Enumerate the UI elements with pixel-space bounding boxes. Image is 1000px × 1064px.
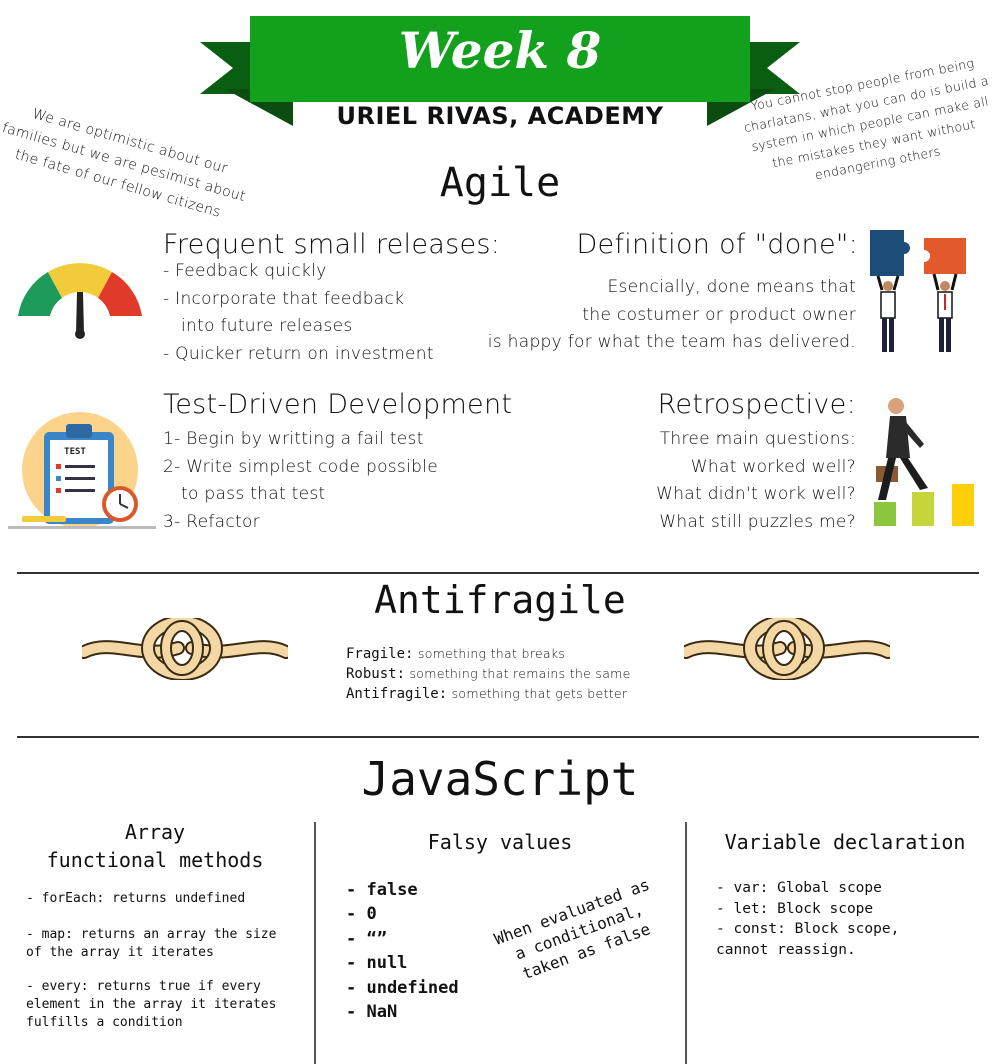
list-item: - let: Block scope [716, 900, 874, 917]
retrospective-heading: Retrospective: [657, 389, 856, 420]
definition-term: Fragile: [346, 646, 414, 662]
list-item: - false [346, 880, 418, 900]
academy-subtitle: URIEL RIVAS, ACADEMY [336, 102, 664, 130]
list-item: - every: returns true if every element i… [26, 979, 277, 1030]
frequent-releases-list: - Feedback quickly - Incorporate that fe… [163, 258, 434, 368]
antifragile-title: Antifragile [374, 578, 626, 622]
column-divider [314, 822, 316, 1064]
done-line: Esencially, done means that [607, 277, 856, 297]
list-item: - Quicker return on investment [163, 343, 434, 364]
definition-desc: something that remains the same [409, 666, 631, 681]
definition-desc: something that gets better [451, 686, 628, 701]
done-line: the costumer or product owner [582, 304, 856, 325]
antifragile-definitions: Fragile: something that breaks Robust: s… [346, 644, 631, 704]
definition-term: Robust: [346, 666, 406, 682]
heading-line: functional methods [46, 848, 264, 872]
list-item: - map: returns an array the size of the … [26, 927, 277, 960]
list-item: - “” [346, 928, 387, 949]
list-item: to pass that test [181, 484, 326, 504]
list-item: - var: Global scope [716, 880, 882, 896]
definition-row: Robust: something that remains the same [346, 664, 631, 684]
falsy-values-list: - false - 0 - “” - null - undefined - Na… [346, 878, 459, 1024]
rope-knot-icon [82, 618, 288, 680]
list-item: cannot reassign. [716, 941, 856, 958]
list-item: - 0 [346, 904, 377, 925]
retro-line: Three main questions: [659, 429, 856, 449]
variable-declaration-heading: Variable declaration [724, 830, 966, 854]
definition-done-heading: Definition of "done": [576, 229, 858, 260]
heading-line: Array [124, 820, 186, 844]
definition-done-text: Esencially, done means that the costumer… [480, 274, 856, 357]
list-item: - Incorporate that feedback [163, 288, 405, 309]
list-item: - forEach: returns undefined [26, 891, 246, 906]
tdd-list: 1- Begin by writting a fail test 2- Writ… [163, 426, 438, 536]
list-item: - NaN [346, 1002, 398, 1023]
gauge-icon [18, 263, 142, 339]
list-item: - undefined [346, 977, 459, 998]
list-item: 2- Write simplest code possible [163, 456, 438, 477]
businessman-steps-icon [874, 398, 974, 526]
list-item: into future releases [181, 316, 353, 336]
variable-declaration-list: - var: Global scope - let: Block scope -… [716, 878, 899, 960]
list-item: - Feedback quickly [163, 261, 327, 281]
week-title: Week 8 [398, 21, 602, 80]
column-divider [685, 822, 687, 1064]
section-divider [17, 572, 979, 574]
array-methods-heading: Array functional methods [20, 818, 290, 874]
section-divider [17, 736, 979, 738]
falsy-note: When evaluated as a conditional, taken a… [488, 873, 669, 990]
list-item: 1- Begin by writting a fail test [163, 429, 424, 449]
list-item: - const: Block scope, [716, 921, 900, 937]
list-item: 3- Refactor [163, 511, 260, 532]
retro-line: What didn't work well? [656, 484, 856, 504]
array-methods-list: - forEach: returns undefined - map: retu… [26, 890, 296, 1032]
rope-knot-icon [684, 618, 890, 680]
retro-line: What worked well? [690, 456, 856, 477]
tdd-heading: Test-Driven Development [163, 389, 513, 420]
puzzle-teamwork-icon [870, 230, 966, 352]
retro-line: What still puzzles me? [659, 511, 856, 532]
test-icon-label: TEST [64, 447, 86, 457]
agile-title: Agile [439, 160, 561, 206]
falsy-values-heading: Falsy values [427, 830, 573, 854]
retrospective-text: Three main questions: What worked well? … [560, 426, 856, 536]
definition-row: Fragile: something that breaks [346, 644, 631, 664]
definition-row: Antifragile: something that gets better [346, 684, 631, 704]
definition-term: Antifragile: [346, 686, 448, 702]
javascript-title: JavaScript [361, 752, 639, 806]
frequent-releases-heading: Frequent small releases: [163, 229, 501, 260]
done-line: is happy for what the team has delivered… [487, 332, 856, 352]
list-item: - null [346, 953, 408, 974]
definition-desc: something that breaks [417, 646, 566, 661]
test-clipboard-icon [8, 412, 156, 529]
